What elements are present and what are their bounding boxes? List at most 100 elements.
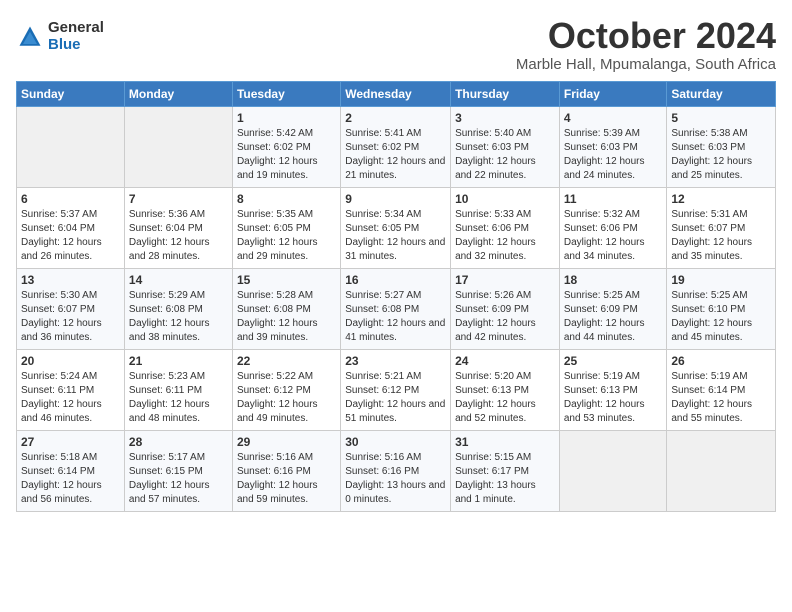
day-info: Sunrise: 5:31 AM Sunset: 6:07 PM Dayligh… (671, 208, 771, 264)
day-number: 5 (671, 111, 771, 125)
calendar-cell: 10 Sunrise: 5:33 AM Sunset: 6:06 PM Dayli… (451, 187, 560, 268)
calendar-cell: 18 Sunrise: 5:25 AM Sunset: 6:09 PM Dayli… (559, 268, 667, 349)
day-number: 8 (237, 192, 336, 206)
calendar-cell: 26 Sunrise: 5:19 AM Sunset: 6:14 PM Dayli… (667, 349, 776, 430)
day-number: 3 (455, 111, 555, 125)
column-header-thursday: Thursday (451, 81, 560, 106)
day-info: Sunrise: 5:27 AM Sunset: 6:08 PM Dayligh… (345, 289, 446, 345)
logo-blue-text: Blue (48, 37, 104, 54)
day-number: 30 (345, 435, 446, 449)
calendar-cell: 7Sunrise: 5:36 AM Sunset: 6:04 PM Daylig… (124, 187, 232, 268)
day-info: Sunrise: 5:33 AM Sunset: 6:06 PM Dayligh… (455, 208, 555, 264)
column-header-saturday: Saturday (667, 81, 776, 106)
day-number: 11 (564, 192, 663, 206)
day-info: Sunrise: 5:41 AM Sunset: 6:02 PM Dayligh… (345, 127, 446, 183)
calendar-cell: 11 Sunrise: 5:32 AM Sunset: 6:06 PM Dayli… (559, 187, 667, 268)
day-number: 7 (129, 192, 228, 206)
day-number: 23 (345, 354, 446, 368)
day-info: Sunrise: 5:18 AM Sunset: 6:14 PM Dayligh… (21, 451, 120, 507)
calendar-cell: 20Sunrise: 5:24 AM Sunset: 6:11 PM Dayli… (17, 349, 125, 430)
calendar-cell: 9Sunrise: 5:34 AM Sunset: 6:05 PM Daylig… (341, 187, 451, 268)
column-header-sunday: Sunday (17, 81, 125, 106)
calendar-cell: 1 Sunrise: 5:42 AM Sunset: 6:02 PM Daylig… (232, 106, 340, 187)
calendar-cell: 21 Sunrise: 5:23 AM Sunset: 6:11 PM Dayli… (124, 349, 232, 430)
day-info: Sunrise: 5:29 AM Sunset: 6:08 PM Dayligh… (129, 289, 228, 345)
title-area: October 2024 Marble Hall, Mpumalanga, So… (516, 16, 776, 73)
day-number: 25 (564, 354, 663, 368)
day-number: 17 (455, 273, 555, 287)
calendar-cell: 22 Sunrise: 5:22 AM Sunset: 6:12 PM Dayli… (232, 349, 340, 430)
calendar-cell: 15 Sunrise: 5:28 AM Sunset: 6:08 PM Dayli… (232, 268, 340, 349)
calendar-cell: 30 Sunrise: 5:16 AM Sunset: 6:16 PM Dayli… (341, 430, 451, 511)
day-info: Sunrise: 5:16 AM Sunset: 6:16 PM Dayligh… (237, 451, 336, 507)
day-info: Sunrise: 5:38 AM Sunset: 6:03 PM Dayligh… (671, 127, 771, 183)
day-number: 24 (455, 354, 555, 368)
calendar-cell: 4 Sunrise: 5:39 AM Sunset: 6:03 PM Daylig… (559, 106, 667, 187)
column-header-wednesday: Wednesday (341, 81, 451, 106)
day-info: Sunrise: 5:32 AM Sunset: 6:06 PM Dayligh… (564, 208, 663, 264)
day-info: Sunrise: 5:28 AM Sunset: 6:08 PM Dayligh… (237, 289, 336, 345)
day-number: 1 (237, 111, 336, 125)
day-info: Sunrise: 5:26 AM Sunset: 6:09 PM Dayligh… (455, 289, 555, 345)
day-info: Sunrise: 5:22 AM Sunset: 6:12 PM Dayligh… (237, 370, 336, 426)
logo-icon (16, 23, 44, 51)
calendar-cell: 19Sunrise: 5:25 AM Sunset: 6:10 PM Dayli… (667, 268, 776, 349)
day-number: 6 (21, 192, 120, 206)
location-title: Marble Hall, Mpumalanga, South Africa (516, 56, 776, 73)
calendar-cell (17, 106, 125, 187)
month-title: October 2024 (516, 16, 776, 56)
calendar-table: SundayMondayTuesdayWednesdayThursdayFrid… (16, 81, 776, 512)
column-header-tuesday: Tuesday (232, 81, 340, 106)
day-number: 20 (21, 354, 120, 368)
day-info: Sunrise: 5:39 AM Sunset: 6:03 PM Dayligh… (564, 127, 663, 183)
day-number: 18 (564, 273, 663, 287)
day-info: Sunrise: 5:25 AM Sunset: 6:09 PM Dayligh… (564, 289, 663, 345)
calendar-cell: 13 Sunrise: 5:30 AM Sunset: 6:07 PM Dayli… (17, 268, 125, 349)
day-info: Sunrise: 5:20 AM Sunset: 6:13 PM Dayligh… (455, 370, 555, 426)
day-number: 13 (21, 273, 120, 287)
calendar-cell: 17 Sunrise: 5:26 AM Sunset: 6:09 PM Dayli… (451, 268, 560, 349)
day-number: 31 (455, 435, 555, 449)
day-number: 26 (671, 354, 771, 368)
day-number: 4 (564, 111, 663, 125)
calendar-cell: 8 Sunrise: 5:35 AM Sunset: 6:05 PM Daylig… (232, 187, 340, 268)
calendar-cell: 3 Sunrise: 5:40 AM Sunset: 6:03 PM Daylig… (451, 106, 560, 187)
day-info: Sunrise: 5:42 AM Sunset: 6:02 PM Dayligh… (237, 127, 336, 183)
calendar-cell (124, 106, 232, 187)
day-number: 14 (129, 273, 228, 287)
calendar-cell: 25 Sunrise: 5:19 AM Sunset: 6:13 PM Dayli… (559, 349, 667, 430)
day-info: Sunrise: 5:25 AM Sunset: 6:10 PM Dayligh… (671, 289, 771, 345)
calendar-cell: 24 Sunrise: 5:20 AM Sunset: 6:13 PM Dayli… (451, 349, 560, 430)
day-number: 29 (237, 435, 336, 449)
calendar-cell: 14 Sunrise: 5:29 AM Sunset: 6:08 PM Dayli… (124, 268, 232, 349)
column-header-monday: Monday (124, 81, 232, 106)
calendar-cell: 27 Sunrise: 5:18 AM Sunset: 6:14 PM Dayli… (17, 430, 125, 511)
calendar-cell: 5 Sunrise: 5:38 AM Sunset: 6:03 PM Daylig… (667, 106, 776, 187)
day-info: Sunrise: 5:40 AM Sunset: 6:03 PM Dayligh… (455, 127, 555, 183)
day-info: Sunrise: 5:30 AM Sunset: 6:07 PM Dayligh… (21, 289, 120, 345)
calendar-cell: 12Sunrise: 5:31 AM Sunset: 6:07 PM Dayli… (667, 187, 776, 268)
day-number: 15 (237, 273, 336, 287)
day-info: Sunrise: 5:15 AM Sunset: 6:17 PM Dayligh… (455, 451, 555, 507)
calendar-cell: 29 Sunrise: 5:16 AM Sunset: 6:16 PM Dayli… (232, 430, 340, 511)
calendar-cell: 28Sunrise: 5:17 AM Sunset: 6:15 PM Dayli… (124, 430, 232, 511)
day-number: 10 (455, 192, 555, 206)
calendar-cell: 6 Sunrise: 5:37 AM Sunset: 6:04 PM Daylig… (17, 187, 125, 268)
day-info: Sunrise: 5:37 AM Sunset: 6:04 PM Dayligh… (21, 208, 120, 264)
day-number: 28 (129, 435, 228, 449)
calendar-cell: 16Sunrise: 5:27 AM Sunset: 6:08 PM Dayli… (341, 268, 451, 349)
day-info: Sunrise: 5:16 AM Sunset: 6:16 PM Dayligh… (345, 451, 446, 507)
column-header-friday: Friday (559, 81, 667, 106)
day-number: 22 (237, 354, 336, 368)
logo: General Blue (16, 20, 104, 53)
calendar-cell: 23 Sunrise: 5:21 AM Sunset: 6:12 PM Dayli… (341, 349, 451, 430)
day-info: Sunrise: 5:19 AM Sunset: 6:14 PM Dayligh… (671, 370, 771, 426)
day-info: Sunrise: 5:35 AM Sunset: 6:05 PM Dayligh… (237, 208, 336, 264)
calendar-cell (559, 430, 667, 511)
day-number: 27 (21, 435, 120, 449)
day-info: Sunrise: 5:21 AM Sunset: 6:12 PM Dayligh… (345, 370, 446, 426)
day-number: 21 (129, 354, 228, 368)
day-info: Sunrise: 5:23 AM Sunset: 6:11 PM Dayligh… (129, 370, 228, 426)
calendar-cell: 2Sunrise: 5:41 AM Sunset: 6:02 PM Daylig… (341, 106, 451, 187)
day-info: Sunrise: 5:19 AM Sunset: 6:13 PM Dayligh… (564, 370, 663, 426)
